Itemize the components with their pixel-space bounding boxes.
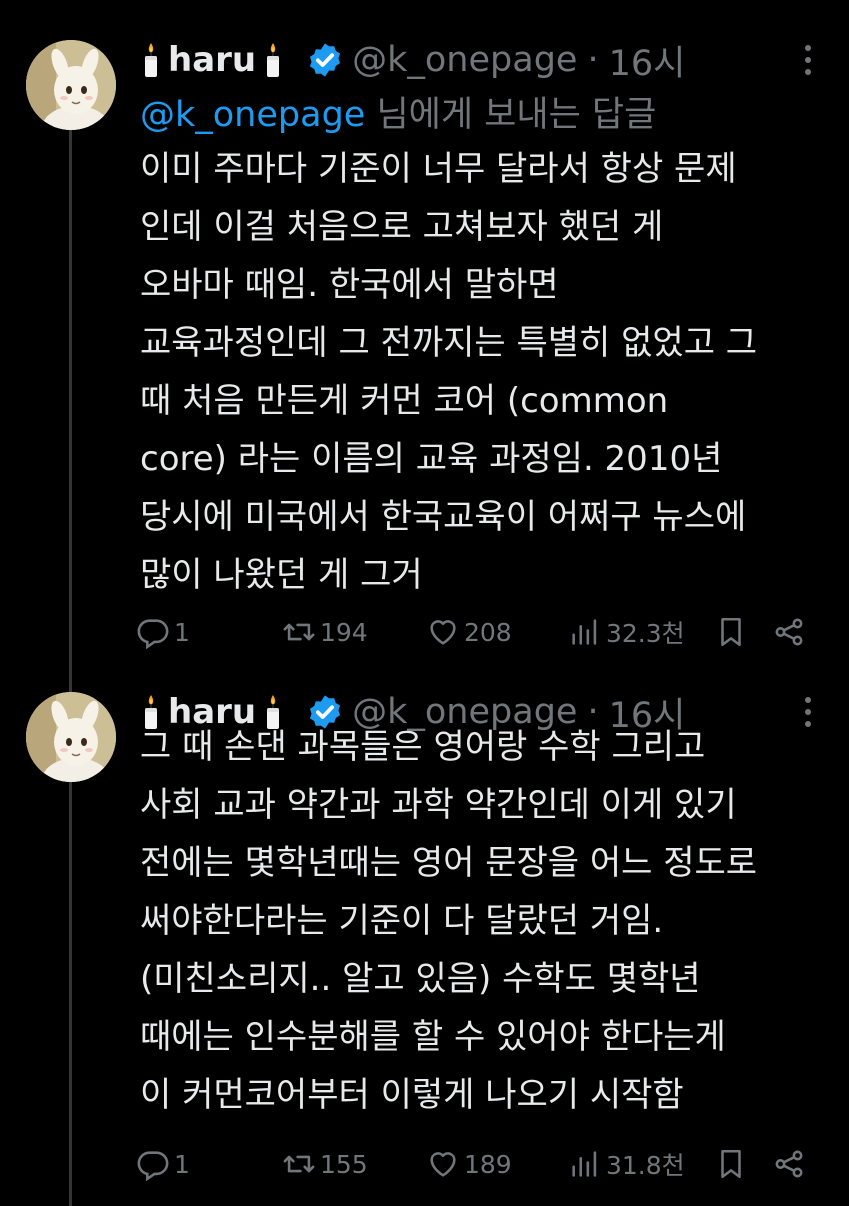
views-button[interactable]: 32.3천 [568,612,685,652]
tweet-text-line: 사회 교과 약간과 과학 약간인데 이게 있기 [140,785,737,825]
tweet-text-line: 이미 주마다 기준이 너무 달라서 항상 문제 [140,149,737,189]
tweet-text-line: core) 라는 이름의 교육 과정임. 2010년 [140,439,723,479]
retweet-icon [282,1147,316,1181]
bookmark-icon [714,615,748,649]
like-count: 189 [464,1149,512,1179]
more-icon[interactable] [803,40,813,80]
tweet-header: haru @k_onepage · 16시 [140,35,849,85]
tweet[interactable]: haru @k_onepage · 16시 [0,680,849,1206]
tweet-text-line: 때 처음 만든게 커먼 코어 (common [140,381,669,421]
views-icon [568,615,602,649]
like-button[interactable]: 189 [426,1144,512,1184]
views-button[interactable]: 31.8천 [568,1144,685,1184]
tweet-text-line: 때에는 인수분해를 할 수 있어야 한다는게 [140,1017,726,1057]
tweet-text-line: 그 때 손댄 과목들은 영어랑 수학 그리고 [140,727,706,767]
author-handle[interactable]: @k_onepage [352,40,577,80]
candle-emoji-icon [262,41,284,79]
bookmark-icon [714,1147,748,1181]
retweet-icon [282,615,316,649]
reply-context: @k_onepage 님에게 보내는 답글 [140,86,656,137]
verified-badge-icon [306,41,344,79]
reply-context-suffix: 님에게 보내는 답글 [365,95,657,135]
views-icon [568,1147,602,1181]
retweet-button[interactable]: 194 [282,612,368,652]
tweet-text-line: 많이 나왔던 게 그거 [140,555,423,595]
share-icon [772,615,806,649]
retweet-button[interactable]: 155 [282,1144,368,1184]
candle-emoji-icon [140,41,162,79]
reply-button[interactable]: 1 [136,612,190,652]
bookmark-button[interactable] [714,1144,748,1184]
tweet-text-line: 이 커먼코어부터 이렇게 나오기 시작함 [140,1075,684,1115]
tweet-text-line: 당시에 미국에서 한국교육이 어쩌구 뉴스에 [140,497,747,537]
share-icon [772,1147,806,1181]
reply-icon [136,1147,170,1181]
avatar[interactable] [26,692,116,782]
tweet-text: 이미 주마다 기준이 너무 달라서 항상 문제 인데 이걸 처음으로 고쳐보자 … [140,140,840,604]
tweet-text-line: (미친소리지.. 알고 있음) 수학도 몇학년 [140,959,701,999]
heart-icon [426,615,460,649]
tweet-text-line: 전에는 몇학년때는 영어 문장을 어느 정도로 [140,843,758,883]
tweet-actions: 1 155 189 31.8천 [136,1144,826,1184]
reply-icon [136,615,170,649]
reply-button[interactable]: 1 [136,1144,190,1184]
tweet-text-line: 교육과정인데 그 전까지는 특별히 없었고 그 [140,323,758,363]
retweet-count: 155 [320,1149,368,1179]
share-button[interactable] [772,1144,806,1184]
like-button[interactable]: 208 [426,612,512,652]
author-display-name[interactable]: haru [168,40,256,80]
tweet-text-line: 써야한다라는 기준이 다 달랐던 거임. [140,901,664,941]
retweet-count: 194 [320,617,368,647]
avatar[interactable] [26,40,116,130]
share-button[interactable] [772,612,806,652]
timestamp[interactable]: 16시 [609,35,686,86]
like-count: 208 [464,617,512,647]
heart-icon [426,1147,460,1181]
views-count: 32.3천 [606,619,685,648]
reply-count: 1 [174,1149,190,1179]
tweet-actions: 1 194 208 32.3천 [136,612,826,652]
tweet-text-line: 인데 이걸 처음으로 고쳐보자 했던 게 [140,207,664,247]
tweet-text-line: 오바마 때임. 한국에서 말하면 [140,265,559,305]
tweet[interactable]: haru @k_onepage · 16시 [0,0,849,680]
views-count: 31.8천 [606,1151,685,1180]
reply-count: 1 [174,617,190,647]
tweet-text: 그 때 손댄 과목들은 영어랑 수학 그리고 사회 교과 약간과 과학 약간인데… [140,718,840,1124]
bookmark-button[interactable] [714,612,748,652]
separator-dot: · [587,40,599,80]
reply-mention-link[interactable]: @k_onepage [140,95,365,135]
